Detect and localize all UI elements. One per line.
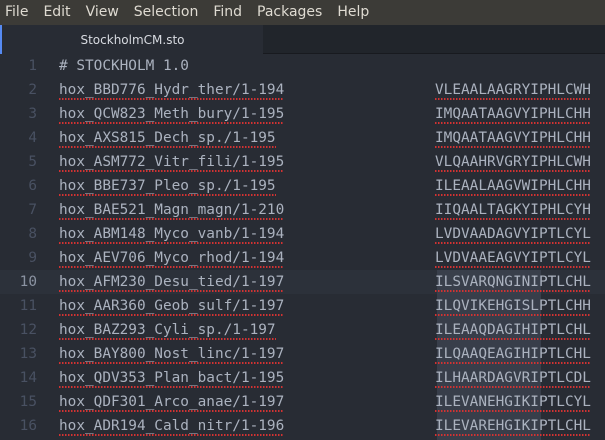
line-number: 11 (19, 298, 37, 314)
sequence-name: hox_QCW823_Meth_bury/1-195 (59, 102, 285, 126)
sequence-residues: IIQAALTAGKYIPHLCYH (435, 198, 591, 222)
line-number: 5 (28, 154, 37, 170)
sequence-name: hox_AXS815_Dech_sp./1-195 (59, 126, 276, 150)
editor-line[interactable]: 1 # STOCKHOLM 1.0 (0, 54, 605, 78)
line-number: 4 (28, 130, 37, 146)
sequence-name: hox_ADR194_Cald_nitr/1-196 (59, 414, 285, 438)
editor-line[interactable]: 15 hox_QDF301_Arco_anae/1-197 ILEVANEHGIKI… (0, 390, 605, 414)
menu-selection[interactable]: Selection (134, 0, 205, 25)
sequence-residues: VLQAAHRVGRYIPHLCWH (435, 150, 591, 174)
line-number: 16 (19, 418, 37, 434)
line-number: 6 (28, 178, 37, 194)
sequence-name: hox_BBE737_Pleo_sp./1-195 (59, 174, 276, 198)
line-number: 14 (19, 370, 37, 386)
sequence-name: hox_QDV353_Plan_bact/1-195 (59, 366, 285, 390)
line-number: 2 (28, 82, 37, 98)
sequence-name: hox_ABM148_Myco_vanb/1-194 (59, 222, 285, 246)
tab-title: StockholmCM.sto (80, 32, 185, 47)
sequence-residues: ILHAARDAGVRIPTLCDL (435, 366, 591, 390)
editor-line[interactable]: 9 hox_AEV706_Myco_rhod/1-194 LVDVAAEAGVYIP… (0, 246, 605, 270)
atom-editor-window: File Edit View Selection Find Packages Help St… (0, 0, 605, 440)
editor-line[interactable]: 6 hox_BBE737_Pleo_sp./1-195 ILEAALAAGVWIPH… (0, 174, 605, 198)
editor-line[interactable]: 10 hox_AFM230_Desu_tied/1-197 ILSVARQNGINI… (0, 270, 605, 294)
menu-help[interactable]: Help (337, 0, 375, 25)
text-editor[interactable]: 1 # STOCKHOLM 1.0 2 hox_BBD776_Hydr_ther/1-… (0, 54, 605, 440)
sequence-residues: LVDVAAEAGVYIPTLCYL (435, 246, 591, 270)
line-number: 8 (28, 226, 37, 242)
sequence-residues: ILSVARQNGINIPTLCHL (435, 270, 591, 294)
editor-line[interactable]: 14 hox_QDV353_Plan_bact/1-195 ILHAARDAGVRI… (0, 366, 605, 390)
menu-packages[interactable]: Packages (257, 0, 328, 25)
line-number: 15 (19, 394, 37, 410)
editor-line[interactable]: 8 hox_ABM148_Myco_vanb/1-194 LVDVAADAGVYIP… (0, 222, 605, 246)
line-number: 13 (19, 346, 37, 362)
sequence-residues: ILQAAQEAGIHIPTLCHL (435, 342, 591, 366)
sequence-residues: LVDVAADAGVYIPTLCYL (435, 222, 591, 246)
editor-line[interactable]: 12 hox_BAZ293_Cyli_sp./1-197 ILEAAQDAGIHIP… (0, 318, 605, 342)
header-comment: # STOCKHOLM 1.0 (59, 58, 189, 74)
sequence-residues: IMQAATAAGVYIPHLCHH (435, 102, 591, 126)
tab-stockholmcm[interactable]: StockholmCM.sto (0, 25, 263, 54)
sequence-residues: IMQAATAAGVYIPHLCHH (435, 126, 591, 150)
sequence-residues: ILEAALAAGVWIPHLCHH (435, 174, 591, 198)
menu-find[interactable]: Find (213, 0, 248, 25)
editor-line[interactable]: 7 hox_BAE521_Magn_magn/1-210 IIQAALTAGKYIP… (0, 198, 605, 222)
editor-line[interactable]: 5 hox_ASM772_Vitr_fili/1-195 VLQAAHRVGRYIP… (0, 150, 605, 174)
editor-line[interactable]: 11 hox_AAR360_Geob_sulf/1-197 ILQVIKEHGISL… (0, 294, 605, 318)
editor-line[interactable]: 13 hox_BAY800_Nost_linc/1-197 ILQAAQEAGIHI… (0, 342, 605, 366)
line-number: 10 (19, 274, 37, 290)
editor-line[interactable]: 16 hox_ADR194_Cald_nitr/1-196 ILEVAREHGIKI… (0, 414, 605, 438)
sequence-name: hox_AEV706_Myco_rhod/1-194 (59, 246, 285, 270)
sequence-name: hox_ASM772_Vitr_fili/1-195 (59, 150, 285, 174)
line-number: 1 (28, 58, 37, 74)
sequence-residues: ILEVANEHGIKIPTLCYL (435, 390, 591, 414)
sequence-residues: ILEVAREHGIKIPTLCHL (435, 414, 591, 438)
sequence-name: hox_BAZ293_Cyli_sp./1-197 (59, 318, 276, 342)
sequence-name: hox_QDF301_Arco_anae/1-197 (59, 390, 285, 414)
sequence-residues: ILQVIKEHGISLPTLCHH (435, 294, 591, 318)
menu-bar: File Edit View Selection Find Packages Help (0, 0, 605, 25)
sequence-name: hox_AAR360_Geob_sulf/1-197 (59, 294, 285, 318)
menu-view[interactable]: View (86, 0, 125, 25)
sequence-name: hox_BAY800_Nost_linc/1-197 (59, 342, 285, 366)
line-number: 12 (19, 322, 37, 338)
menu-edit[interactable]: Edit (43, 0, 76, 25)
sequence-name: hox_BAE521_Magn_magn/1-210 (59, 198, 285, 222)
editor-line[interactable]: 2 hox_BBD776_Hydr_ther/1-194 VLEAALAAGRYIP… (0, 78, 605, 102)
sequence-name: hox_BBD776_Hydr_ther/1-194 (59, 78, 285, 102)
tab-bar: StockholmCM.sto (0, 25, 605, 54)
sequence-residues: VLEAALAAGRYIPHLCWH (435, 78, 591, 102)
menu-file[interactable]: File (5, 0, 34, 25)
sequence-residues: ILEAAQDAGIHIPTLCHL (435, 318, 591, 342)
editor-line[interactable]: 3 hox_QCW823_Meth_bury/1-195 IMQAATAAGVYIP… (0, 102, 605, 126)
sequence-name: hox_AFM230_Desu_tied/1-197 (59, 270, 285, 294)
line-number: 3 (28, 106, 37, 122)
line-number: 7 (28, 202, 37, 218)
line-number: 9 (28, 250, 37, 266)
editor-line[interactable]: 4 hox_AXS815_Dech_sp./1-195 IMQAATAAGVYIPH… (0, 126, 605, 150)
